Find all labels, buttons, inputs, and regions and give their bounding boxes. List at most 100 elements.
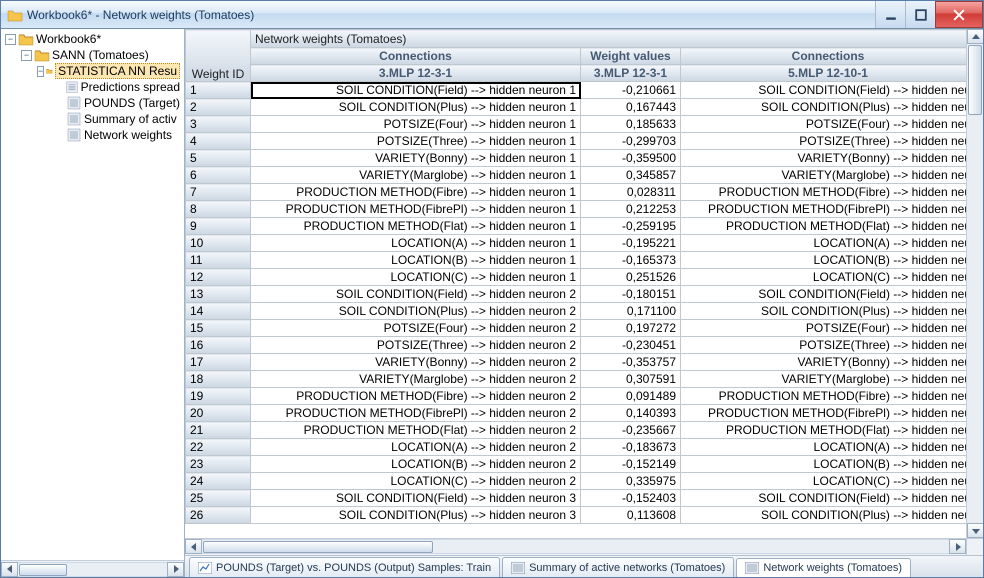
cell-connection[interactable]: PRODUCTION METHOD(FibrePl) --> hidden ne…: [251, 201, 581, 218]
scroll-left-button[interactable]: [1, 562, 18, 577]
cell-connection-2[interactable]: VARIETY(Marglobe) --> hidden neu: [681, 371, 976, 388]
cell-connection-2[interactable]: LOCATION(A) --> hidden neu: [681, 439, 976, 456]
cell-connection[interactable]: SOIL CONDITION(Field) --> hidden neuron …: [251, 490, 581, 507]
table-row[interactable]: 25SOIL CONDITION(Field) --> hidden neuro…: [186, 490, 976, 507]
col-subheader[interactable]: 3.MLP 12-3-1: [581, 65, 681, 82]
cell-connection[interactable]: VARIETY(Bonny) --> hidden neuron 2: [251, 354, 581, 371]
cell-connection-2[interactable]: LOCATION(C) --> hidden neu: [681, 269, 976, 286]
cell-connection[interactable]: VARIETY(Bonny) --> hidden neuron 1: [251, 150, 581, 167]
cell-weight-value[interactable]: -0,353757: [581, 354, 681, 371]
row-header[interactable]: 16: [186, 337, 251, 354]
cell-connection-2[interactable]: PRODUCTION METHOD(Flat) --> hidden neu: [681, 218, 976, 235]
cell-connection[interactable]: PRODUCTION METHOD(Flat) --> hidden neuro…: [251, 218, 581, 235]
collapse-icon[interactable]: −: [37, 66, 44, 77]
cell-connection[interactable]: LOCATION(B) --> hidden neuron 2: [251, 456, 581, 473]
grid-h-scrollbar[interactable]: [185, 538, 983, 555]
scroll-thumb[interactable]: [203, 541, 433, 553]
row-header-label[interactable]: Weight ID: [186, 30, 251, 82]
cell-weight-value[interactable]: 0,197272: [581, 320, 681, 337]
cell-weight-value[interactable]: -0,299703: [581, 133, 681, 150]
row-header[interactable]: 25: [186, 490, 251, 507]
table-row[interactable]: 18VARIETY(Marglobe) --> hidden neuron 20…: [186, 371, 976, 388]
col-header[interactable]: Connections: [251, 48, 581, 65]
cell-connection-2[interactable]: SOIL CONDITION(Field) --> hidden neu: [681, 286, 976, 303]
col-header[interactable]: Weight values: [581, 48, 681, 65]
tree-h-scrollbar[interactable]: [1, 560, 184, 577]
cell-connection-2[interactable]: VARIETY(Bonny) --> hidden neu: [681, 354, 976, 371]
scroll-down-button[interactable]: [967, 523, 983, 538]
cell-connection[interactable]: LOCATION(B) --> hidden neuron 1: [251, 252, 581, 269]
cell-weight-value[interactable]: -0,152149: [581, 456, 681, 473]
cell-connection-2[interactable]: SOIL CONDITION(Plus) --> hidden neu: [681, 507, 976, 524]
cell-weight-value[interactable]: -0,180151: [581, 286, 681, 303]
table-row[interactable]: 15POTSIZE(Four) --> hidden neuron 20,197…: [186, 320, 976, 337]
cell-connection-2[interactable]: PRODUCTION METHOD(Fibre) --> hidden neu: [681, 184, 976, 201]
col-header[interactable]: Connections: [681, 48, 976, 65]
table-row[interactable]: 4POTSIZE(Three) --> hidden neuron 1-0,29…: [186, 133, 976, 150]
cell-weight-value[interactable]: 0,307591: [581, 371, 681, 388]
cell-connection-2[interactable]: PRODUCTION METHOD(Fibre) --> hidden neu: [681, 388, 976, 405]
cell-connection[interactable]: LOCATION(C) --> hidden neuron 1: [251, 269, 581, 286]
row-header[interactable]: 20: [186, 405, 251, 422]
row-header[interactable]: 2: [186, 99, 251, 116]
col-subheader[interactable]: 3.MLP 12-3-1: [251, 65, 581, 82]
row-header[interactable]: 12: [186, 269, 251, 286]
cell-weight-value[interactable]: 0,171100: [581, 303, 681, 320]
row-header[interactable]: 21: [186, 422, 251, 439]
collapse-icon[interactable]: −: [5, 34, 16, 45]
data-grid[interactable]: Weight ID Network weights (Tomatoes) Con…: [185, 29, 976, 524]
table-row[interactable]: 24LOCATION(C) --> hidden neuron 20,33597…: [186, 473, 976, 490]
table-row[interactable]: 14SOIL CONDITION(Plus) --> hidden neuron…: [186, 303, 976, 320]
row-header[interactable]: 5: [186, 150, 251, 167]
cell-weight-value[interactable]: -0,210661: [581, 82, 681, 99]
cell-connection-2[interactable]: SOIL CONDITION(Plus) --> hidden neu: [681, 99, 976, 116]
cell-connection[interactable]: SOIL CONDITION(Plus) --> hidden neuron 2: [251, 303, 581, 320]
cell-connection-2[interactable]: LOCATION(B) --> hidden neu: [681, 252, 976, 269]
row-header[interactable]: 1: [186, 82, 251, 99]
cell-connection-2[interactable]: PRODUCTION METHOD(FibrePl) --> hidden ne…: [681, 201, 976, 218]
cell-connection[interactable]: VARIETY(Marglobe) --> hidden neuron 2: [251, 371, 581, 388]
table-row[interactable]: 26SOIL CONDITION(Plus) --> hidden neuron…: [186, 507, 976, 524]
scroll-track[interactable]: [202, 539, 949, 554]
cell-connection[interactable]: SOIL CONDITION(Field) --> hidden neuron …: [251, 82, 581, 99]
row-header[interactable]: 6: [186, 167, 251, 184]
cell-connection-2[interactable]: SOIL CONDITION(Field) --> hidden neu: [681, 82, 976, 99]
row-header[interactable]: 26: [186, 507, 251, 524]
scroll-left-button[interactable]: [185, 539, 202, 554]
cell-connection-2[interactable]: PRODUCTION METHOD(Flat) --> hidden neu: [681, 422, 976, 439]
cell-connection-2[interactable]: SOIL CONDITION(Plus) --> hidden neu: [681, 303, 976, 320]
tree-view[interactable]: −Workbook6*−SANN (Tomatoes)−STATISTICA N…: [1, 29, 184, 560]
row-header[interactable]: 8: [186, 201, 251, 218]
table-row[interactable]: 8PRODUCTION METHOD(FibrePl) --> hidden n…: [186, 201, 976, 218]
cell-weight-value[interactable]: -0,230451: [581, 337, 681, 354]
scroll-track[interactable]: [967, 44, 983, 523]
cell-connection-2[interactable]: POTSIZE(Three) --> hidden neu: [681, 133, 976, 150]
tree-item[interactable]: −STATISTICA NN Resu: [1, 63, 184, 79]
cell-weight-value[interactable]: 0,335975: [581, 473, 681, 490]
row-header[interactable]: 23: [186, 456, 251, 473]
cell-connection[interactable]: SOIL CONDITION(Plus) --> hidden neuron 1: [251, 99, 581, 116]
table-row[interactable]: 20PRODUCTION METHOD(FibrePl) --> hidden …: [186, 405, 976, 422]
table-row[interactable]: 1SOIL CONDITION(Field) --> hidden neuron…: [186, 82, 976, 99]
minimize-button[interactable]: [875, 1, 905, 28]
table-row[interactable]: 2SOIL CONDITION(Plus) --> hidden neuron …: [186, 99, 976, 116]
cell-connection-2[interactable]: LOCATION(C) --> hidden neu: [681, 473, 976, 490]
cell-connection-2[interactable]: VARIETY(Marglobe) --> hidden neu: [681, 167, 976, 184]
table-row[interactable]: 7 PRODUCTION METHOD(Fibre) --> hidden neu…: [186, 184, 976, 201]
workbook-tab[interactable]: POUNDS (Target) vs. POUNDS (Output) Samp…: [189, 557, 500, 577]
row-header[interactable]: 14: [186, 303, 251, 320]
cell-weight-value[interactable]: 0,185633: [581, 116, 681, 133]
cell-connection-2[interactable]: POTSIZE(Four) --> hidden neu: [681, 320, 976, 337]
cell-connection-2[interactable]: LOCATION(B) --> hidden neu: [681, 456, 976, 473]
row-header[interactable]: 22: [186, 439, 251, 456]
row-header[interactable]: 15: [186, 320, 251, 337]
workbook-tab[interactable]: Summary of active networks (Tomatoes): [502, 557, 734, 577]
table-row[interactable]: 9PRODUCTION METHOD(Flat) --> hidden neur…: [186, 218, 976, 235]
tree-item[interactable]: POUNDS (Target): [1, 95, 184, 111]
cell-weight-value[interactable]: 0,345857: [581, 167, 681, 184]
row-header[interactable]: 19: [186, 388, 251, 405]
col-subheader[interactable]: 5.MLP 12-10-1: [681, 65, 976, 82]
row-header[interactable]: 18: [186, 371, 251, 388]
row-header[interactable]: 7: [186, 184, 251, 201]
row-header[interactable]: 9: [186, 218, 251, 235]
